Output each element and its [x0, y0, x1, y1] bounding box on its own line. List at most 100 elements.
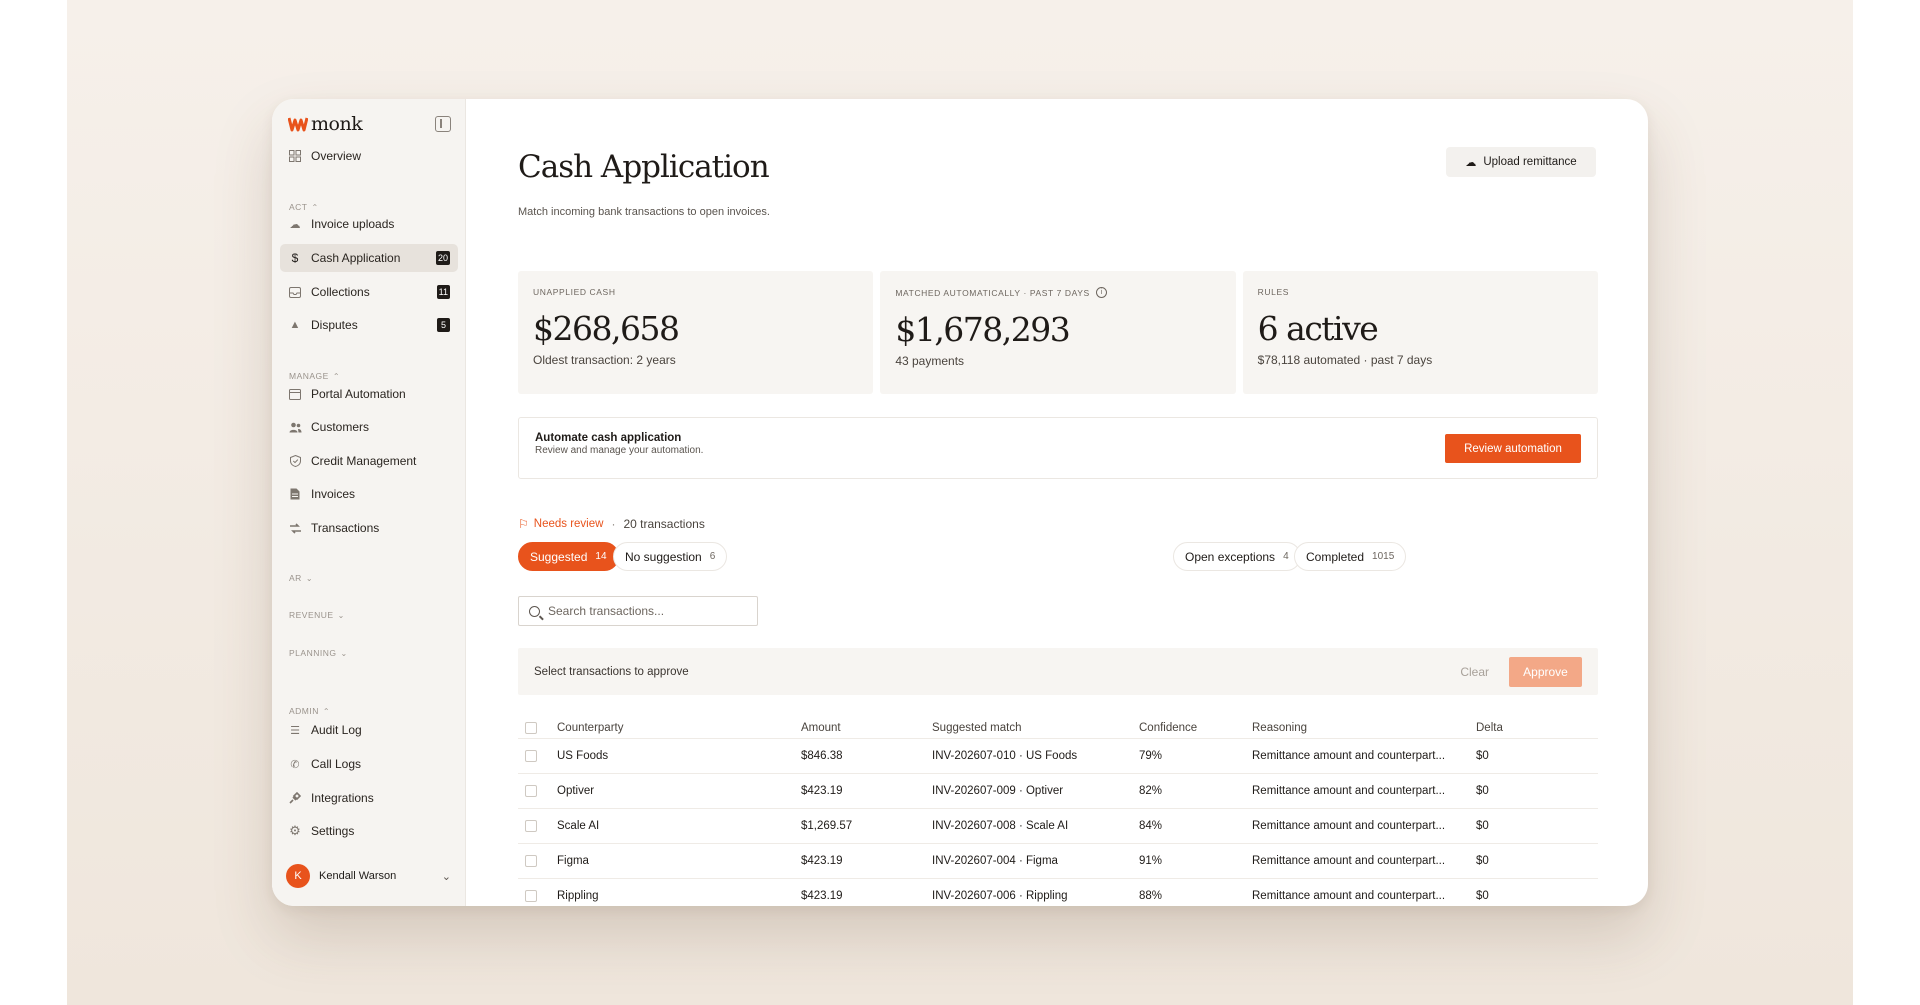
sidebar-item-audit-log[interactable]: ☰ Audit Log: [280, 716, 458, 744]
users-icon: [288, 420, 302, 434]
amount-cell: $423.19: [801, 855, 843, 867]
reasoning-cell: Remittance amount and counterpart...: [1252, 785, 1446, 797]
select-all-checkbox[interactable]: [525, 721, 537, 734]
sidebar-item-label: Settings: [311, 824, 355, 838]
monk-logo-icon: [288, 116, 308, 132]
column-header[interactable]: Suggested match: [932, 722, 1139, 734]
suggested-match-cell: INV-202607-008 · Scale AI: [932, 820, 1069, 832]
sidebar-item-cash-application[interactable]: $ Cash Application 20: [280, 244, 458, 272]
amount-cell: $423.19: [801, 890, 843, 902]
user-menu[interactable]: K Kendall Warson ⌄: [286, 863, 451, 889]
shield-icon: [288, 454, 302, 468]
needs-review-header: ⚐ Needs review · 20 transactions: [518, 517, 705, 531]
cloud-upload-icon: ☁: [1465, 156, 1477, 169]
stat-note: 43 payments: [895, 354, 965, 368]
separator: ·: [611, 517, 616, 531]
avatar: K: [286, 864, 310, 888]
row-checkbox[interactable]: [525, 750, 537, 762]
tab-suggested[interactable]: Suggested 14: [518, 542, 619, 571]
clear-button[interactable]: Clear: [1460, 665, 1489, 679]
counterparty-cell: Rippling: [557, 890, 599, 902]
row-checkbox[interactable]: [525, 855, 537, 867]
search-icon: [529, 605, 540, 617]
sidebar-item-customers[interactable]: Customers: [280, 413, 458, 441]
transactions-table: Counterparty Amount Suggested match Conf…: [518, 717, 1598, 906]
counterparty-cell: Scale AI: [557, 820, 600, 832]
tab-completed[interactable]: Completed 1015: [1294, 542, 1407, 571]
gear-icon: ⚙: [289, 823, 301, 838]
column-header[interactable]: Reasoning: [1252, 722, 1476, 734]
upload-icon: ☁: [289, 218, 301, 231]
search-box[interactable]: [518, 596, 758, 626]
section-revenue[interactable]: REVENUE ⌄: [289, 610, 345, 620]
confidence-cell: 91%: [1139, 855, 1163, 867]
suggested-match-cell: INV-202607-004 · Figma: [932, 855, 1058, 867]
transfer-icon: [288, 521, 302, 535]
search-input[interactable]: [548, 604, 748, 618]
sidebar: monk Overview ACT ⌃ ☁ Invoice uploads $ C…: [272, 99, 466, 906]
table-row[interactable]: Figma $423.19 INV-202607-004 · Figma 91% Rem…: [518, 844, 1598, 879]
table-row[interactable]: Scale AI $1,269.57 INV-202607-008 · Scale …: [518, 809, 1598, 844]
sidebar-item-invoice-uploads[interactable]: ☁ Invoice uploads: [280, 210, 458, 238]
amount-cell: $423.19: [801, 785, 843, 797]
flag-icon: ⚐: [518, 517, 529, 531]
section-planning[interactable]: PLANNING ⌄: [289, 648, 348, 658]
column-header[interactable]: Counterparty: [557, 722, 801, 734]
logo-text: monk: [311, 113, 363, 135]
sidebar-item-overview[interactable]: Overview: [280, 142, 458, 170]
portal-icon: [288, 387, 302, 401]
review-automation-button[interactable]: Review automation: [1445, 434, 1581, 463]
column-header[interactable]: Confidence: [1139, 722, 1252, 734]
chevron-down-icon: ⌄: [305, 573, 314, 583]
document-icon: [288, 487, 302, 501]
sidebar-item-label: Cash Application: [311, 251, 401, 265]
tab-open-exceptions[interactable]: Open exceptions 4: [1173, 542, 1301, 571]
table-row[interactable]: Rippling $423.19 INV-202607-006 · Rippling…: [518, 879, 1598, 906]
plug-icon: [288, 791, 302, 805]
row-checkbox[interactable]: [525, 785, 537, 797]
sidebar-item-integrations[interactable]: Integrations: [280, 784, 458, 812]
delta-cell: $0: [1476, 750, 1489, 762]
sidebar-item-label: Invoices: [311, 487, 356, 501]
grid-icon: [288, 149, 302, 163]
amount-cell: $1,269.57: [801, 820, 853, 832]
chevron-up-icon: ⌃: [322, 706, 331, 716]
row-checkbox[interactable]: [525, 890, 537, 902]
page-title: Cash Application: [518, 149, 770, 185]
sidebar-item-portal-automation[interactable]: Portal Automation: [280, 380, 458, 408]
tab-label: Suggested: [530, 549, 588, 564]
column-header[interactable]: Delta: [1476, 722, 1536, 734]
row-checkbox[interactable]: [525, 820, 537, 832]
stat-label: MATCHED AUTOMATICALLY · PAST 7 DAYS: [895, 287, 1090, 298]
table-header-row: Counterparty Amount Suggested match Conf…: [518, 717, 1598, 739]
confidence-cell: 82%: [1139, 785, 1163, 797]
sidebar-item-invoices[interactable]: Invoices: [280, 480, 458, 508]
approve-bar: Select transactions to approve Clear App…: [518, 648, 1598, 695]
sidebar-item-transactions[interactable]: Transactions: [280, 514, 458, 542]
sidebar-item-credit-management[interactable]: Credit Management: [280, 447, 458, 475]
delta-cell: $0: [1476, 820, 1489, 832]
approve-bar-text: Select transactions to approve: [534, 665, 689, 678]
count-badge: 11: [436, 285, 450, 299]
sidebar-item-call-logs[interactable]: ✆ Call Logs: [280, 750, 458, 778]
table-row[interactable]: Optiver $423.19 INV-202607-009 · Optiver 82…: [518, 774, 1598, 809]
tab-no-suggestion[interactable]: No suggestion 6: [613, 542, 728, 571]
stat-card-unapplied-cash: UNAPPLIED CASH $268,658 Oldest transacti…: [518, 271, 874, 394]
list-icon: ☰: [290, 724, 300, 737]
table-row[interactable]: US Foods $846.38 INV-202607-010 · US Foods…: [518, 739, 1598, 774]
approve-button[interactable]: Approve: [1509, 656, 1582, 687]
sidebar-item-collections[interactable]: Collections 11: [280, 278, 458, 306]
delta-cell: $0: [1476, 855, 1489, 867]
confidence-cell: 79%: [1139, 750, 1163, 762]
sidebar-item-label: Customers: [311, 420, 370, 434]
sidebar-collapse-icon[interactable]: [435, 116, 451, 132]
sidebar-item-disputes[interactable]: ▲ Disputes 5: [280, 311, 458, 339]
amount-cell: $846.38: [801, 750, 843, 762]
phone-icon: ✆: [290, 758, 300, 771]
section-admin[interactable]: ADMIN ⌃: [289, 706, 330, 716]
section-ar[interactable]: AR ⌄: [289, 573, 313, 583]
sidebar-item-settings[interactable]: ⚙ Settings: [280, 817, 458, 845]
column-header[interactable]: Amount: [801, 722, 932, 734]
upload-remittance-button[interactable]: ☁ Upload remittance: [1446, 147, 1596, 177]
info-icon[interactable]: i: [1095, 287, 1107, 298]
